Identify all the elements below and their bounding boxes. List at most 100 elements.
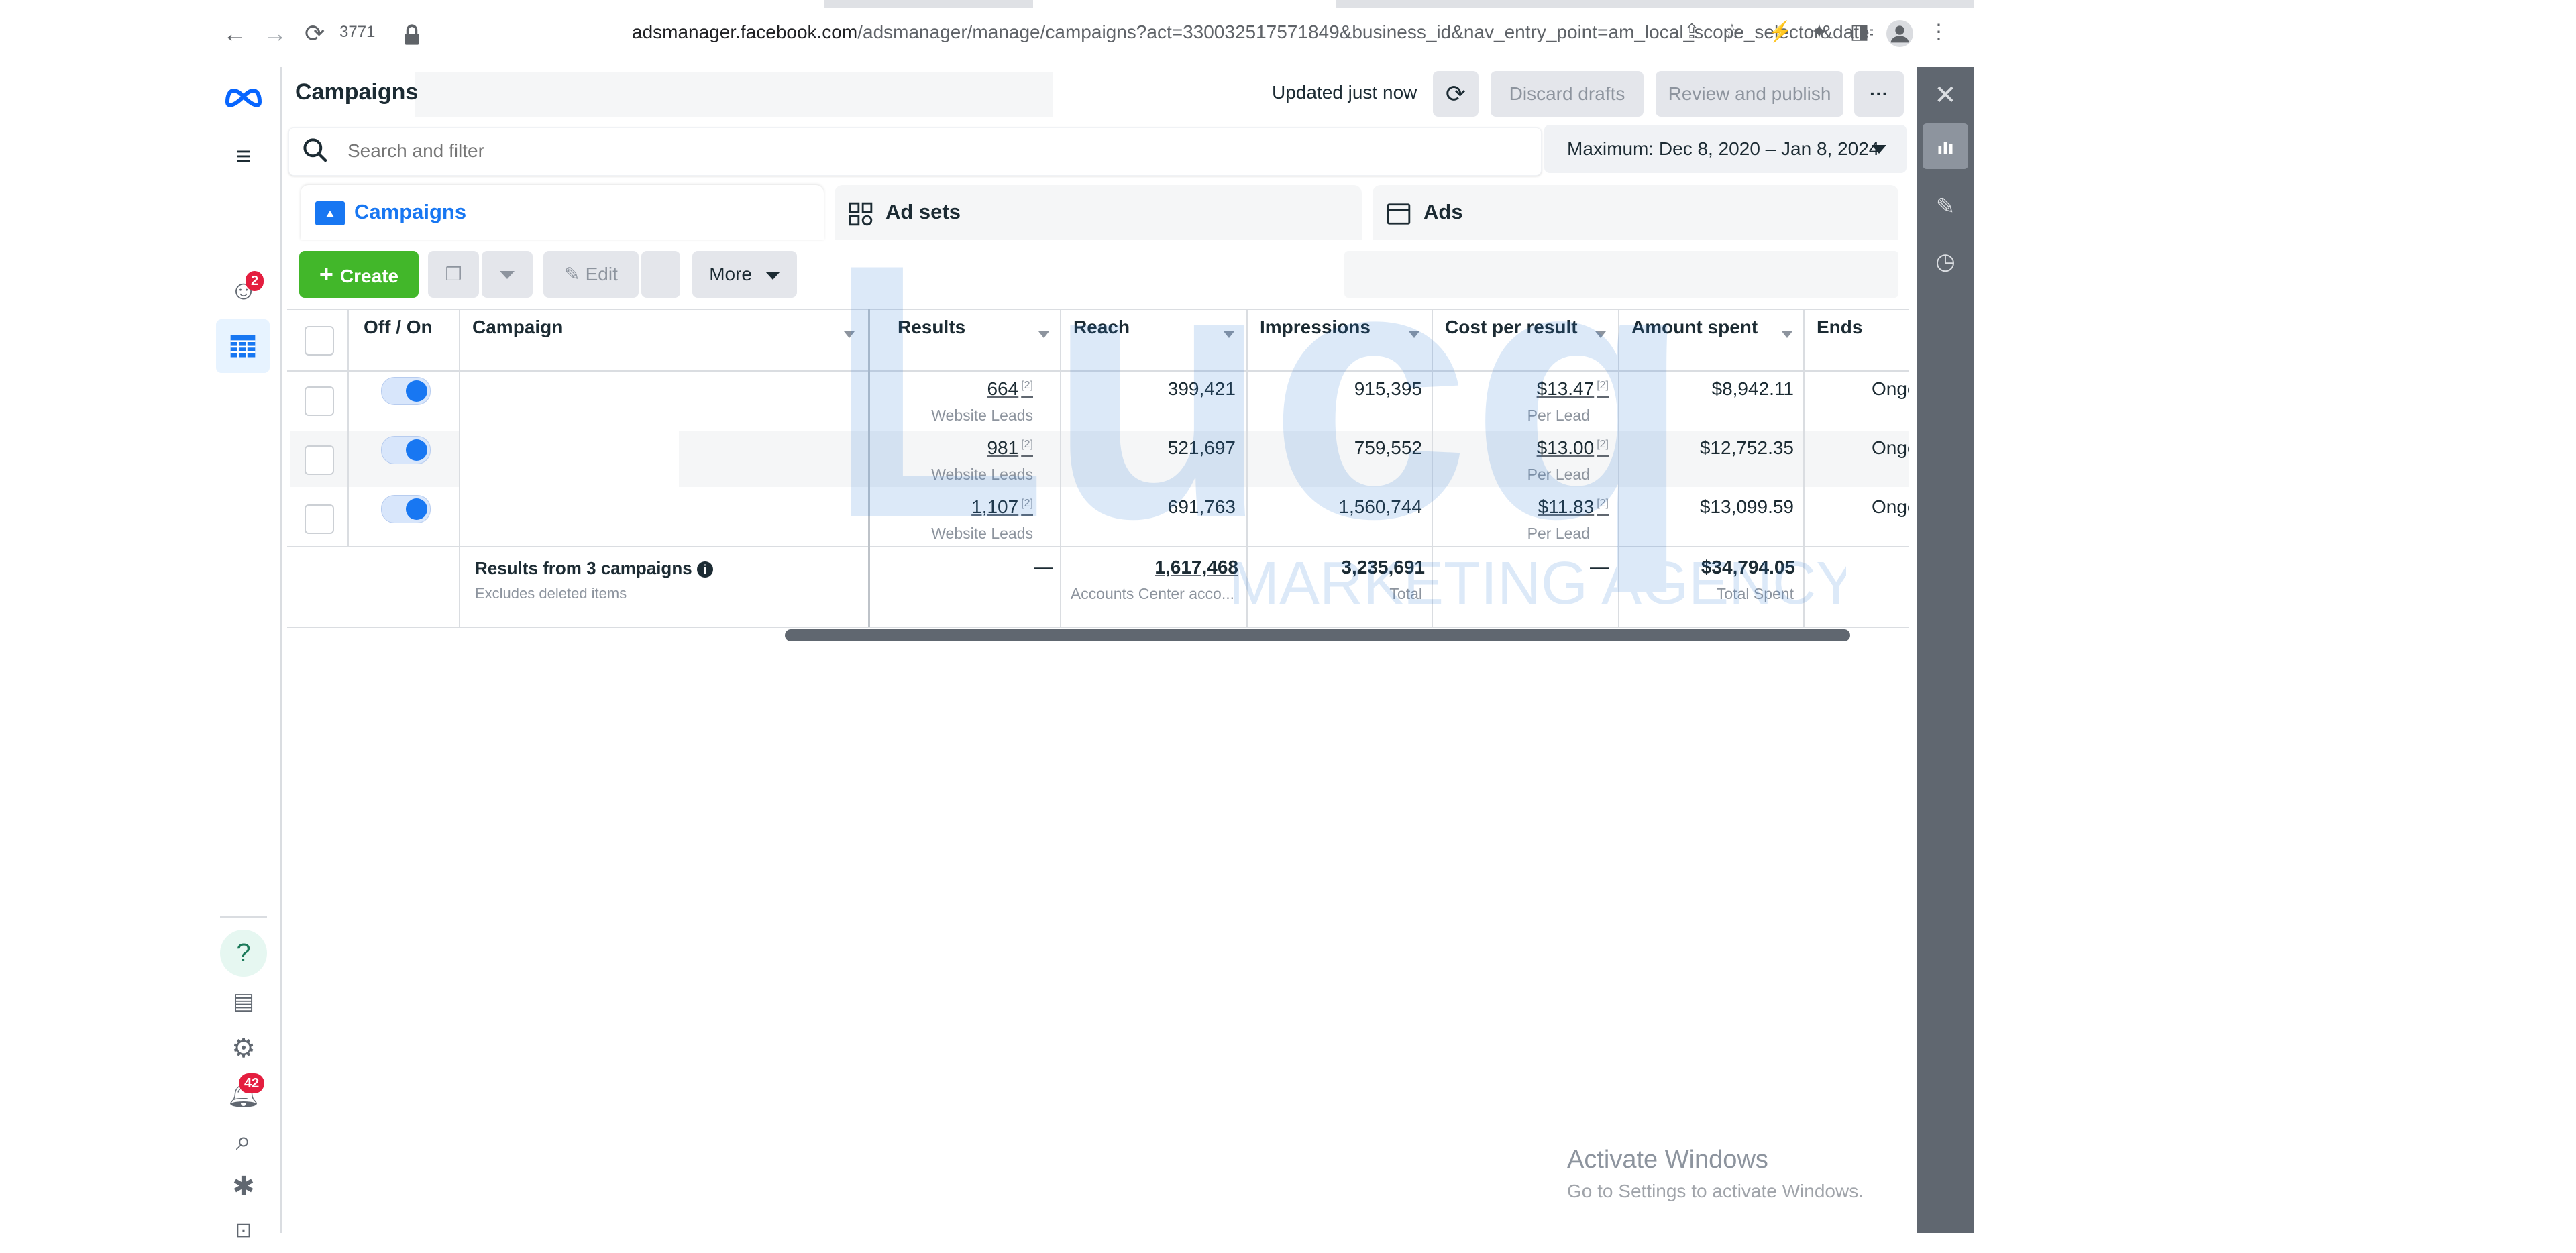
sort-caret-icon[interactable] [844,331,855,338]
bug-report-icon[interactable]: ✱ [221,1164,266,1209]
table-border-top [287,309,1909,310]
col-header-amount-spent[interactable]: Amount spent [1631,317,1758,338]
settings-gear-icon[interactable]: ⚙ [221,1026,266,1071]
col-header-ends[interactable]: Ends [1817,317,1862,338]
totals-divider [287,546,1909,547]
col-header-reach[interactable]: Reach [1073,317,1130,338]
results-value[interactable]: 664 [2] [987,378,1033,400]
reload-icon[interactable]: ⟳ [305,17,325,50]
campaign-name-mask [460,372,679,549]
close-icon[interactable]: ✕ [1927,76,1964,114]
row-checkbox[interactable] [305,445,334,475]
campaign-toggle[interactable] [381,377,431,405]
pencil-icon[interactable]: ✎ [1927,188,1964,225]
edit-extra-button[interactable] [641,251,680,298]
hamburger-menu-icon[interactable]: ≡ [221,134,266,178]
more-options-button[interactable]: ··· [1854,71,1904,117]
date-range-picker[interactable]: Maximum: Dec 8, 2020 – Jan 8, 2024 [1544,125,1907,173]
star-icon[interactable]: ☆ [1719,19,1746,46]
sort-caret-icon[interactable] [1038,331,1049,338]
help-icon[interactable]: ? [220,930,267,977]
share-icon[interactable]: ⇪ [1678,19,1705,46]
row-checkbox[interactable] [305,504,334,534]
sort-caret-icon[interactable] [1224,331,1234,338]
browser-tab[interactable] [207,0,824,8]
sort-caret-icon[interactable] [1409,331,1419,338]
horizontal-scrollbar[interactable] [785,629,1850,641]
reach-value: 521,697 [1167,437,1236,458]
kebab-menu-icon[interactable]: ⋮ [1925,19,1952,46]
plus-icon: + [319,260,333,288]
select-all-checkbox[interactable] [305,326,334,356]
reach-value: 399,421 [1167,378,1236,399]
report-icon[interactable]: ▤ [221,979,266,1024]
left-navigation-rail: ≡ ☺ 2 ? ▤ ⚙ 🔔︎ 42 ⌕ ✱ ⊡ [207,67,282,1242]
more-label: More [709,264,752,284]
toggle-knob [406,380,427,402]
duplicate-button[interactable]: ❐ [428,251,479,298]
sort-caret-icon[interactable] [1782,331,1792,338]
tab-campaigns[interactable]: Campaigns [301,185,824,240]
updated-status: Updated just now [1272,82,1417,103]
col-header-cost-per-result[interactable]: Cost per result [1445,317,1578,338]
caret-down-icon [500,271,515,279]
tab-ads[interactable]: Ads [1373,185,1898,240]
results-value[interactable]: 1,107 [2] [971,496,1033,518]
create-button[interactable]: + Create [299,251,419,298]
col-header-impressions[interactable]: Impressions [1260,317,1371,338]
refresh-button[interactable]: ⟳ [1433,71,1479,117]
extension-icon[interactable]: ⚡ [1767,19,1794,46]
table-icon [230,335,256,358]
discard-drafts-button[interactable]: Discard drafts [1491,71,1644,117]
col-header-campaign[interactable]: Campaign [472,317,563,338]
ends-value: Ongoing [1872,378,1909,399]
browser-tab[interactable] [1033,0,1336,8]
col-divider [1432,309,1433,626]
edit-button[interactable]: ✎ Edit [543,251,639,298]
search-input[interactable] [346,134,1355,168]
charts-panel-button[interactable] [1923,123,1968,169]
toggle-knob [406,498,427,520]
toggle-knob [406,439,427,461]
col-header-results[interactable]: Results [898,317,965,338]
totals-reach[interactable]: 1,617,468 [1155,557,1238,578]
puzzle-icon[interactable]: ✦ [1806,19,1833,46]
meta-logo-icon[interactable] [221,78,266,122]
browser-toolbar: ← → ⟳ 3771 adsmanager.facebook.com/adsma… [207,0,1974,67]
campaign-toggle[interactable] [381,436,431,464]
sort-caret-icon[interactable] [1595,331,1606,338]
table-border-bottom [287,626,1909,628]
cpr-unit: Per Lead [1527,525,1590,542]
history-clock-icon[interactable]: ◷ [1927,243,1964,280]
cost-per-result-value[interactable]: $13.00 [2] [1537,437,1609,459]
footnote-mark: [2] [1021,438,1033,450]
forward-icon[interactable]: → [263,17,287,50]
info-icon[interactable]: i [696,561,713,578]
toolbar-placeholder-bar [1344,251,1898,298]
duplicate-dropdown-button[interactable] [482,251,533,298]
lock-icon[interactable] [397,20,427,50]
browser-tab-strip [207,0,1974,8]
more-tools-icon[interactable]: ⊡ [221,1209,266,1253]
results-number: 1,107 [971,496,1019,517]
search-rail-icon[interactable]: ⌕ [221,1119,266,1163]
cost-per-result-value[interactable]: $11.83 [2] [1538,496,1609,518]
campaign-toggle[interactable] [381,495,431,523]
sidepanel-icon[interactable]: ◨ [1846,19,1873,46]
review-publish-button[interactable]: Review and publish [1656,71,1843,117]
totals-sublabel: Excludes deleted items [475,585,627,602]
header-divider [287,370,1909,372]
col-header-off-on[interactable]: Off / On [364,317,433,338]
col-divider [459,309,460,626]
amount-spent-value: $8,942.11 [1711,378,1794,399]
profile-avatar[interactable] [1886,20,1913,47]
totals-cost-per-result: — [1590,557,1609,578]
tab-adsets[interactable]: Ad sets [835,185,1362,240]
results-value[interactable]: 981 [2] [987,437,1033,459]
more-actions-button[interactable]: More [692,251,797,298]
back-icon[interactable]: ← [223,17,247,50]
footnote-mark: [2] [1597,497,1609,509]
cost-per-result-value[interactable]: $13.47 [2] [1537,378,1609,400]
campaigns-nav-item[interactable] [216,319,270,373]
row-checkbox[interactable] [305,386,334,416]
